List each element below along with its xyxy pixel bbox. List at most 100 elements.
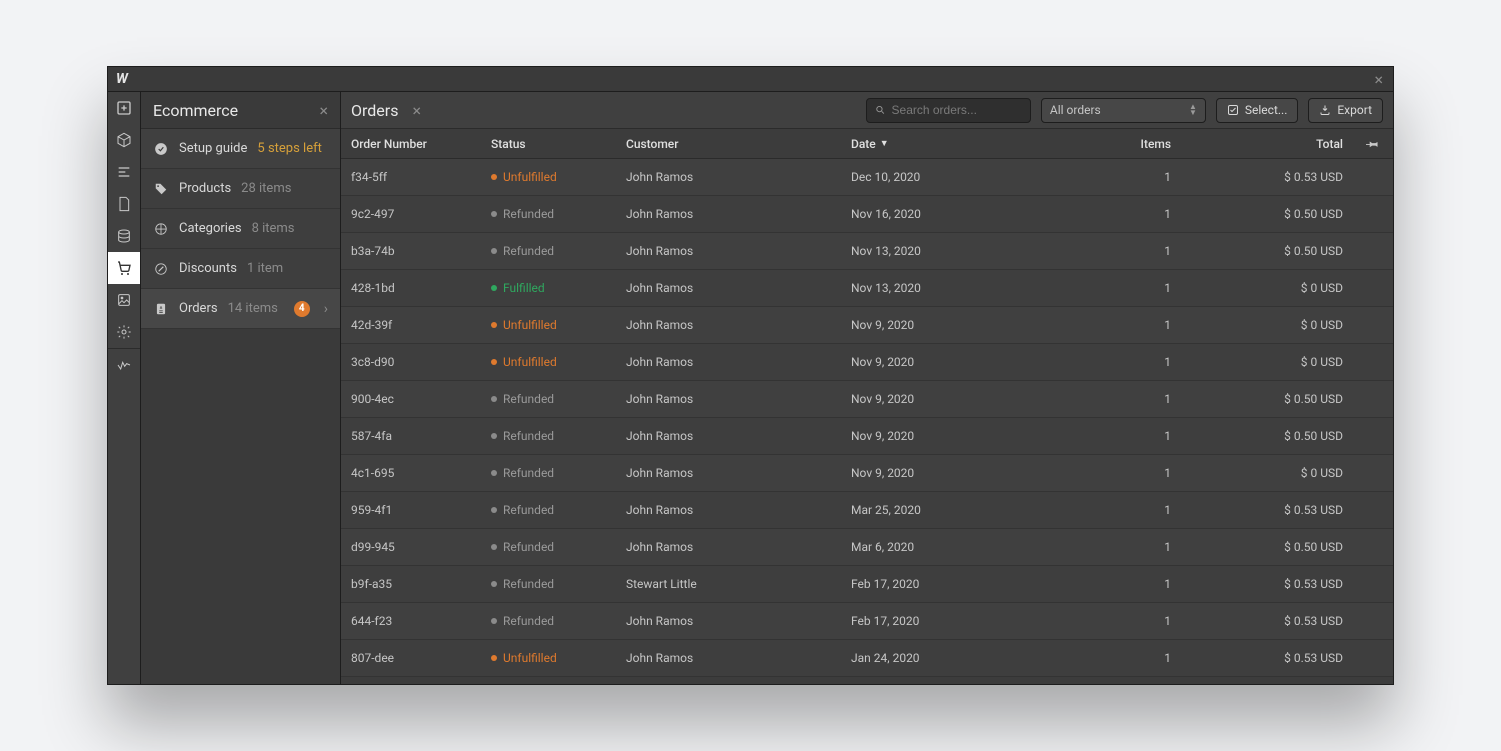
cell-total: $ 0.50 USD <box>1181 429 1353 443</box>
search-input[interactable] <box>892 103 1022 117</box>
box-icon[interactable] <box>108 124 140 156</box>
cell-date: Nov 13, 2020 <box>841 244 1051 258</box>
cell-status: Refunded <box>481 429 616 443</box>
cell-total: $ 0.53 USD <box>1181 170 1353 184</box>
status-text: Unfulfilled <box>503 170 557 184</box>
navigator-icon[interactable] <box>108 156 140 188</box>
chevron-right-icon: › <box>324 301 328 317</box>
cell-customer: John Ramos <box>616 244 841 258</box>
ecommerce-sidebar: Ecommerce × Setup guide 5 steps left Pro… <box>141 92 341 684</box>
search-box[interactable] <box>866 98 1031 123</box>
sidebar-close-icon[interactable]: × <box>319 101 328 120</box>
status-text: Refunded <box>503 466 554 480</box>
cell-items: 1 <box>1051 540 1181 554</box>
table-row[interactable]: f34-5ffUnfulfilledJohn RamosDec 10, 2020… <box>341 159 1393 196</box>
cell-items: 1 <box>1051 355 1181 369</box>
table-row[interactable]: 42d-39fUnfulfilledJohn RamosNov 9, 20201… <box>341 307 1393 344</box>
discount-icon <box>153 261 169 277</box>
cell-customer: John Ramos <box>616 170 841 184</box>
col-order[interactable]: Order Number <box>341 137 481 151</box>
select-button[interactable]: Select... <box>1216 98 1298 123</box>
table-row[interactable]: 3c8-d90UnfulfilledJohn RamosNov 9, 20201… <box>341 344 1393 381</box>
cell-items: 1 <box>1051 244 1181 258</box>
table-row[interactable]: 644-f23RefundedJohn RamosFeb 17, 20201$ … <box>341 603 1393 640</box>
cell-date: Nov 9, 2020 <box>841 355 1051 369</box>
cell-date: Mar 25, 2020 <box>841 503 1051 517</box>
col-customer[interactable]: Customer <box>616 137 841 151</box>
cms-icon[interactable] <box>108 220 140 252</box>
sidebar-item-categories[interactable]: Categories 8 items <box>141 209 340 249</box>
audit-icon[interactable] <box>108 349 140 381</box>
cell-status: Refunded <box>481 614 616 628</box>
order-filter-dropdown[interactable]: All orders ▲▼ <box>1041 98 1206 123</box>
check-circle-icon <box>153 141 169 157</box>
cell-total: $ 0 USD <box>1181 318 1353 332</box>
orders-icon <box>153 301 169 317</box>
cell-order: 587-4fa <box>341 429 481 443</box>
table-row[interactable]: b9f-a35RefundedStewart LittleFeb 17, 202… <box>341 566 1393 603</box>
cell-customer: John Ramos <box>616 651 841 665</box>
orders-table: Order Number Status Customer Date▼ Items… <box>341 129 1393 684</box>
select-button-label: Select... <box>1245 103 1287 117</box>
status-dot-icon <box>491 359 497 365</box>
cell-order: b9f-a35 <box>341 577 481 591</box>
checkbox-icon <box>1227 104 1239 116</box>
sort-desc-icon: ▼ <box>880 138 889 149</box>
sidebar-item-setup[interactable]: Setup guide 5 steps left <box>141 129 340 169</box>
status-dot-icon <box>491 322 497 328</box>
app-logo: W <box>108 71 128 87</box>
cell-date: Nov 9, 2020 <box>841 392 1051 406</box>
assets-icon[interactable] <box>108 284 140 316</box>
products-label: Products <box>179 181 231 196</box>
categories-label: Categories <box>179 221 242 236</box>
table-row[interactable]: b3a-74bRefundedJohn RamosNov 13, 20201$ … <box>341 233 1393 270</box>
title-bar: W × <box>108 67 1393 92</box>
add-panel-icon[interactable] <box>108 92 140 124</box>
settings-icon[interactable] <box>108 316 140 348</box>
cell-date: Nov 13, 2020 <box>841 281 1051 295</box>
status-dot-icon <box>491 618 497 624</box>
cell-customer: John Ramos <box>616 392 841 406</box>
main-header: Orders × All orders ▲▼ Select... Exp <box>341 92 1393 129</box>
pin-column-icon[interactable] <box>1353 137 1393 151</box>
table-row[interactable]: 959-4f1RefundedJohn RamosMar 25, 20201$ … <box>341 492 1393 529</box>
table-row[interactable]: 587-4faRefundedJohn RamosNov 9, 20201$ 0… <box>341 418 1393 455</box>
col-date[interactable]: Date▼ <box>841 137 1051 151</box>
cell-customer: John Ramos <box>616 614 841 628</box>
status-dot-icon <box>491 470 497 476</box>
table-row[interactable]: 4c1-695RefundedJohn RamosNov 9, 20201$ 0… <box>341 455 1393 492</box>
status-text: Refunded <box>503 614 554 628</box>
table-row[interactable]: d99-945RefundedJohn RamosMar 6, 20201$ 0… <box>341 529 1393 566</box>
status-text: Refunded <box>503 503 554 517</box>
status-dot-icon <box>491 655 497 661</box>
cell-order: 428-1bd <box>341 281 481 295</box>
cell-date: Nov 9, 2020 <box>841 466 1051 480</box>
col-items[interactable]: Items <box>1051 137 1181 151</box>
cell-total: $ 0.50 USD <box>1181 392 1353 406</box>
table-row[interactable]: 428-1bdFulfilledJohn RamosNov 13, 20201$… <box>341 270 1393 307</box>
col-status[interactable]: Status <box>481 137 616 151</box>
table-row[interactable]: 807-deeUnfulfilledJohn RamosJan 24, 2020… <box>341 640 1393 677</box>
sidebar-item-products[interactable]: Products 28 items <box>141 169 340 209</box>
panel-close-icon[interactable]: × <box>412 101 421 120</box>
sidebar-item-orders[interactable]: Orders 14 items 4 › <box>141 289 340 329</box>
export-button[interactable]: Export <box>1308 98 1383 123</box>
cell-total: $ 0.50 USD <box>1181 207 1353 221</box>
table-row[interactable]: 9c2-497RefundedJohn RamosNov 16, 20201$ … <box>341 196 1393 233</box>
status-text: Unfulfilled <box>503 318 557 332</box>
close-icon[interactable]: × <box>1374 70 1393 89</box>
cell-order: 42d-39f <box>341 318 481 332</box>
ecommerce-icon[interactable] <box>108 252 140 284</box>
sidebar-item-discounts[interactable]: Discounts 1 item <box>141 249 340 289</box>
pages-icon[interactable] <box>108 188 140 220</box>
cell-items: 1 <box>1051 318 1181 332</box>
col-total[interactable]: Total <box>1181 137 1353 151</box>
table-row[interactable]: 900-4ecRefundedJohn RamosNov 9, 20201$ 0… <box>341 381 1393 418</box>
cell-status: Refunded <box>481 392 616 406</box>
cell-status: Refunded <box>481 503 616 517</box>
status-dot-icon <box>491 433 497 439</box>
categories-count: 8 items <box>252 221 295 236</box>
cell-customer: John Ramos <box>616 503 841 517</box>
cell-items: 1 <box>1051 207 1181 221</box>
cell-customer: John Ramos <box>616 540 841 554</box>
